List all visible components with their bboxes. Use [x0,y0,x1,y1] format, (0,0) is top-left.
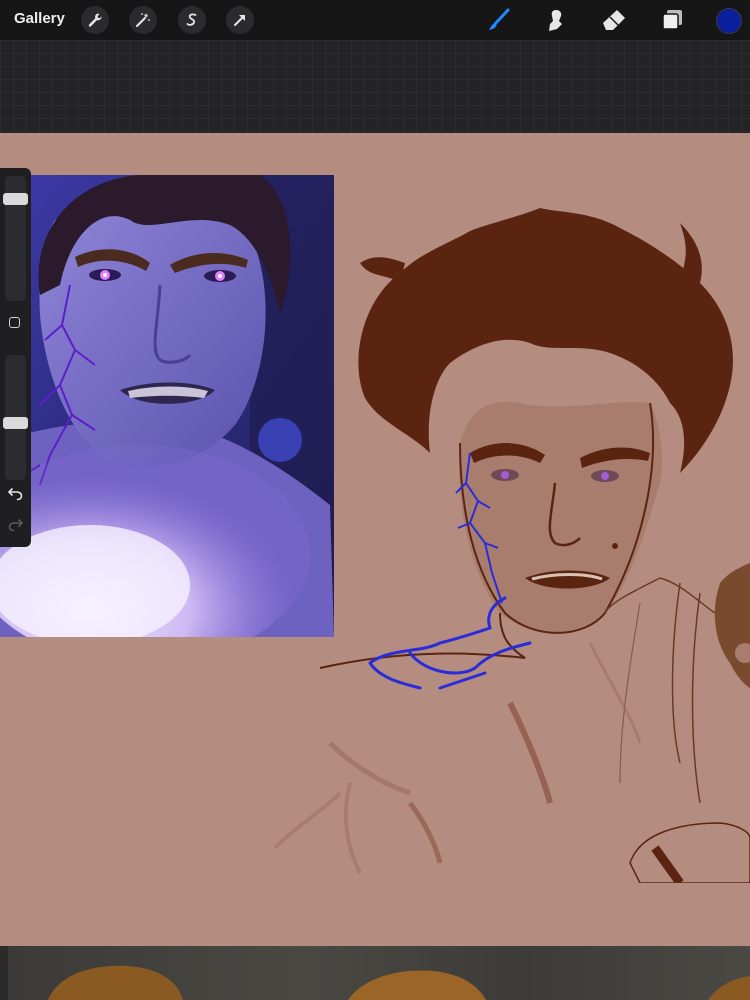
left-sidebar [0,168,31,547]
sketch-drawing [273,208,750,883]
smudge-icon[interactable] [541,5,571,35]
bottom-reference-image [8,946,750,1000]
actions-wrench-icon[interactable] [81,6,109,34]
redo-icon[interactable] [7,516,24,533]
layers-icon[interactable] [657,5,687,35]
modify-button[interactable] [9,317,20,328]
brush-size-slider-thumb[interactable] [3,193,28,205]
transform-arrow-icon[interactable] [226,6,254,34]
brush-icon[interactable] [484,5,514,35]
opacity-slider[interactable] [3,355,28,480]
color-picker-swatch[interactable] [716,8,742,34]
drawing-canvas[interactable] [0,133,750,946]
eraser-icon[interactable] [599,5,629,35]
opacity-slider-thumb[interactable] [3,417,28,429]
undo-icon[interactable] [7,485,24,502]
gallery-button[interactable]: Gallery [14,10,65,27]
top-toolbar: Gallery [0,0,750,40]
selection-icon[interactable] [178,6,206,34]
adjustments-magic-wand-icon[interactable] [129,6,157,34]
brush-size-slider[interactable] [3,176,28,301]
workspace-grid-background [0,40,750,133]
bottom-image-strip [0,946,750,1000]
